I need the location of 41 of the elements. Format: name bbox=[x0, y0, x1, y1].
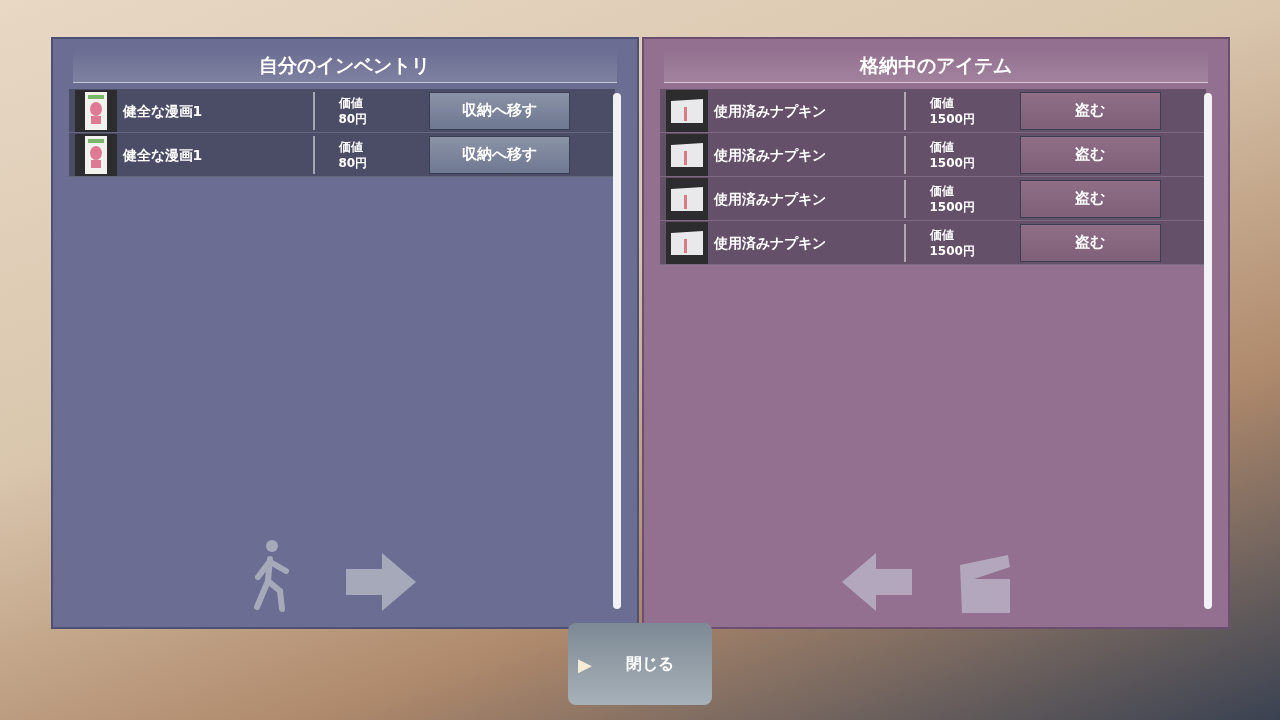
box-icon bbox=[957, 555, 1012, 613]
action-button[interactable]: 収納へ移す bbox=[428, 135, 570, 174]
value-label: 価値 bbox=[338, 94, 363, 111]
item-row[interactable]: 使用済みナプキン 価値 1500円 盗む bbox=[659, 133, 1206, 177]
value-label: 価値 bbox=[929, 226, 954, 243]
napkin-icon bbox=[668, 228, 705, 257]
comic-book-icon bbox=[84, 135, 107, 174]
item-value: 1500円 bbox=[929, 242, 975, 259]
item-name: 健全な漫画1 bbox=[116, 91, 315, 130]
value-label: 価値 bbox=[338, 138, 363, 155]
item-row[interactable]: 使用済みナプキン 価値 1500円 盗む bbox=[659, 177, 1206, 221]
action-button[interactable]: 盗む bbox=[1019, 135, 1161, 174]
item-name: 使用済みナプキン bbox=[707, 223, 906, 262]
item-name: 使用済みナプキン bbox=[707, 91, 906, 130]
item-value: 80円 bbox=[338, 154, 368, 171]
right-arrow-icon bbox=[343, 551, 418, 613]
action-button[interactable]: 盗む bbox=[1019, 91, 1161, 130]
scrollbar[interactable] bbox=[612, 93, 621, 609]
value-label: 価値 bbox=[929, 94, 954, 111]
action-button[interactable]: 盗む bbox=[1019, 179, 1161, 218]
item-value: 1500円 bbox=[929, 198, 975, 215]
item-name: 使用済みナプキン bbox=[707, 179, 906, 218]
close-button[interactable]: ▶ 閉じる bbox=[568, 623, 712, 705]
item-name: 健全な漫画1 bbox=[116, 135, 315, 174]
item-name: 使用済みナプキン bbox=[707, 135, 906, 174]
napkin-icon bbox=[668, 184, 705, 213]
napkin-icon bbox=[668, 96, 705, 125]
value-label: 価値 bbox=[929, 182, 954, 199]
action-button[interactable]: 盗む bbox=[1019, 223, 1161, 262]
action-button[interactable]: 収納へ移す bbox=[428, 91, 570, 130]
scrollbar[interactable] bbox=[1203, 93, 1212, 609]
item-value: 1500円 bbox=[929, 154, 975, 171]
item-row[interactable]: 使用済みナプキン 価値 1500円 盗む bbox=[659, 221, 1206, 265]
item-value: 80円 bbox=[338, 110, 368, 127]
comic-book-icon bbox=[84, 91, 107, 130]
item-row[interactable]: 健全な漫画1 価値 80円 収納へ移す bbox=[68, 89, 615, 133]
value-label: 価値 bbox=[929, 138, 954, 155]
item-row[interactable]: 使用済みナプキン 価値 1500円 盗む bbox=[659, 89, 1206, 133]
item-row[interactable]: 健全な漫画1 価値 80円 収納へ移す bbox=[68, 133, 615, 177]
item-value: 1500円 bbox=[929, 110, 975, 127]
napkin-icon bbox=[668, 140, 705, 169]
